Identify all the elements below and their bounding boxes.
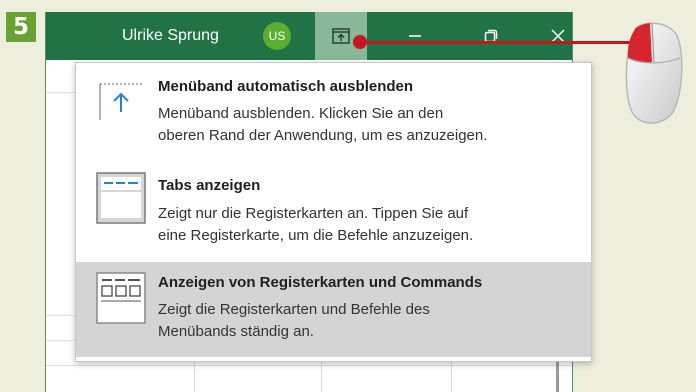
menu-item-show-tabs-and-commands[interactable]: Anzeigen von Registerkarten und Commands…: [76, 262, 591, 357]
show-tabs-commands-icon: [96, 272, 146, 324]
ribbon-display-options-menu: Menüband automatisch ausblenden Menüband…: [75, 62, 592, 362]
menu-item-show-tabs[interactable]: Tabs anzeigen Zeigt nur die Registerkart…: [76, 163, 591, 258]
title-bar: Ulrike Sprung US: [46, 12, 572, 60]
menu-item-title: Tabs anzeigen: [158, 177, 261, 194]
minimize-button[interactable]: [385, 12, 445, 60]
grid-row-line: [46, 365, 572, 366]
show-tabs-icon: [96, 172, 146, 224]
restore-button[interactable]: [461, 12, 521, 60]
avatar[interactable]: US: [263, 22, 291, 50]
menu-item-autohide-ribbon[interactable]: Menüband automatisch ausblenden Menüband…: [76, 63, 591, 163]
menu-item-description: Zeigt nur die Registerkarten an. Tippen …: [158, 205, 474, 244]
ribbon-display-icon: [332, 28, 350, 44]
mouse-icon: [625, 22, 683, 124]
pointer-line: [360, 41, 636, 44]
menu-item-title: Menüband automatisch ausblenden: [158, 78, 414, 95]
menu-item-title: Anzeigen von Registerkarten und Commands: [158, 274, 483, 291]
step-badge: 5: [6, 12, 36, 42]
menu-item-description: Zeigt die Registerkarten und Befehle des…: [158, 301, 430, 340]
menu-item-description: Menüband ausblenden. Klicken Sie an den …: [158, 105, 488, 144]
autohide-ribbon-icon: [99, 83, 142, 120]
close-button[interactable]: [528, 12, 588, 60]
user-name[interactable]: Ulrike Sprung: [122, 12, 219, 60]
pointer-dot: [353, 35, 367, 49]
